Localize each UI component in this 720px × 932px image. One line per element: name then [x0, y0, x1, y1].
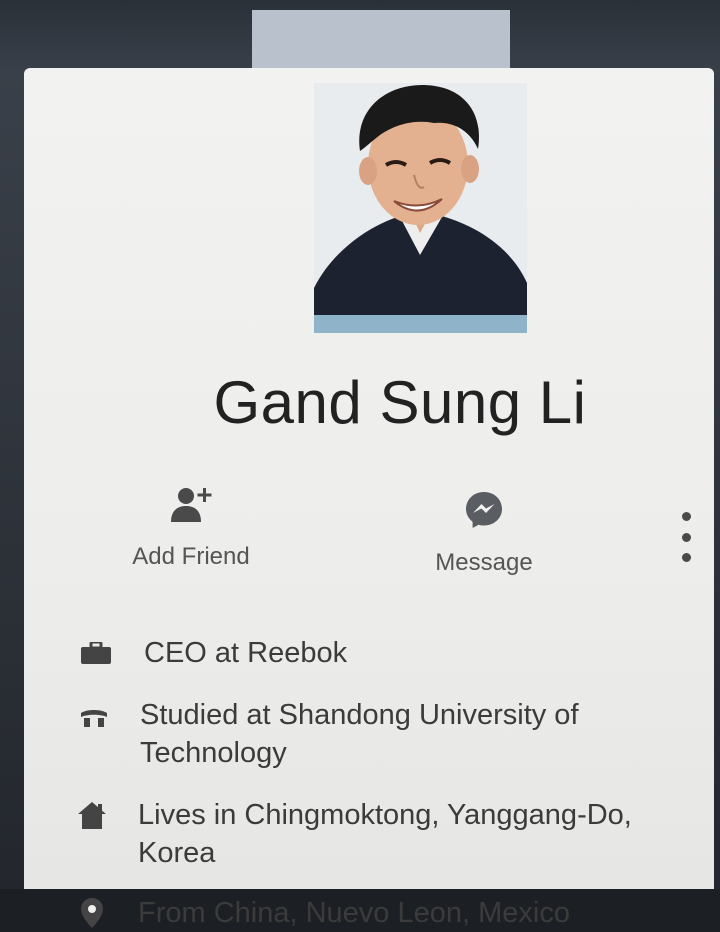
from-row[interactable]: From China, Nuevo Leon, Mexico	[74, 894, 658, 932]
add-friend-label: Add Friend	[132, 543, 250, 570]
education-row[interactable]: Studied at Shandong University of Techno…	[76, 696, 660, 772]
graduation-cap-icon	[76, 696, 112, 734]
work-row[interactable]: CEO at Reebok	[78, 634, 664, 672]
work-text: CEO at Reebok	[144, 637, 348, 669]
from-text: From China, Nuevo Leon, Mexico	[138, 897, 570, 929]
add-friend-icon	[169, 486, 213, 531]
message-label: Message	[435, 549, 533, 576]
location-pin-icon	[74, 894, 110, 932]
profile-name: Gand Sung Li	[213, 369, 587, 436]
messenger-icon	[464, 490, 504, 537]
home-icon	[74, 796, 110, 834]
briefcase-icon	[78, 634, 114, 672]
profile-card: Gand Sung Li Add Friend Message CEO at R…	[24, 68, 714, 929]
phone-screen: Gand Sung Li Add Friend Message CEO at R…	[0, 0, 720, 929]
add-friend-button[interactable]: Add Friend	[116, 486, 266, 571]
education-text: Studied at Shandong University of Techno…	[140, 699, 579, 769]
lives-in-text: Lives in Chingmoktong, Yanggang-Do, Kore…	[138, 799, 632, 869]
lives-in-row[interactable]: Lives in Chingmoktong, Yanggang-Do, Kore…	[74, 796, 658, 872]
message-button[interactable]: Message	[414, 490, 554, 577]
profile-picture[interactable]	[314, 83, 527, 333]
more-options-icon[interactable]	[672, 512, 700, 562]
